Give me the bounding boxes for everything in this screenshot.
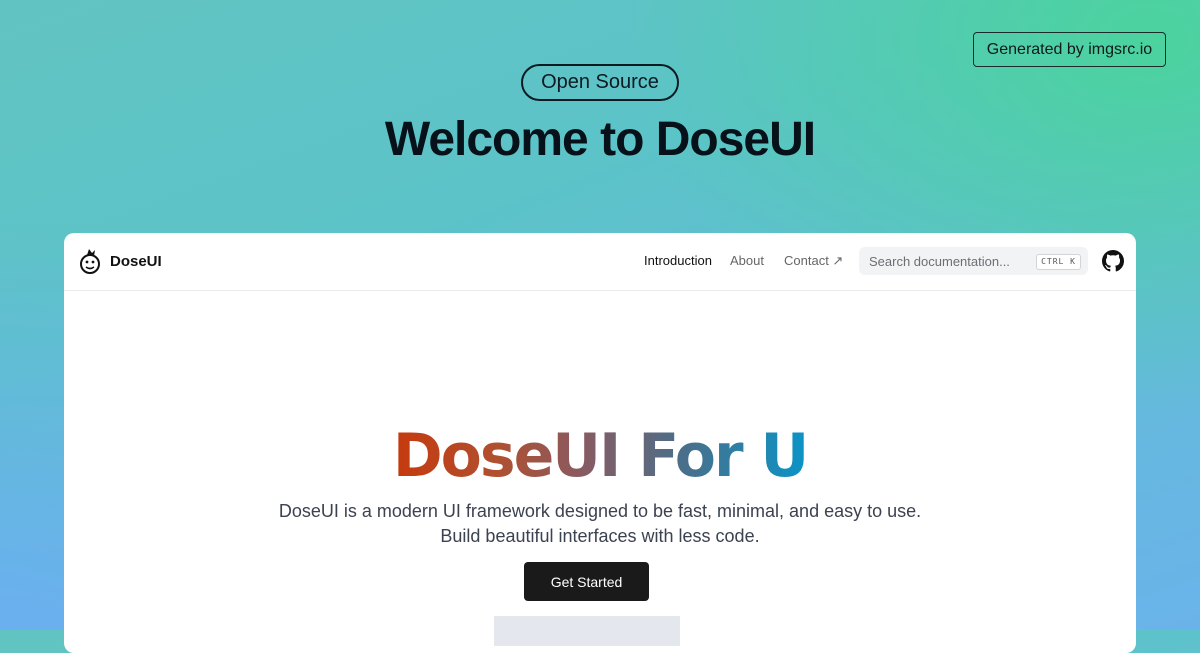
search-input[interactable]: [869, 247, 1039, 275]
app-preview-window: DoseUI Introduction About Contact ↗ CTRL…: [64, 233, 1136, 653]
nav-about[interactable]: About: [730, 253, 764, 268]
hero-title: DoseUI For U: [64, 421, 1136, 491]
nav-introduction[interactable]: Introduction: [644, 253, 712, 268]
generated-by-label: Generated by imgsrc.io: [973, 32, 1166, 67]
hero-title-text: DoseUI For U: [392, 421, 809, 491]
github-icon[interactable]: [1102, 250, 1124, 272]
brand-name[interactable]: DoseUI: [110, 253, 162, 270]
doseui-logo-icon[interactable]: [78, 247, 102, 275]
app-header: DoseUI Introduction About Contact ↗ CTRL…: [64, 233, 1136, 291]
secondary-button[interactable]: [494, 616, 680, 646]
hero-description: DoseUI is a modern UI framework designed…: [278, 501, 922, 546]
nav-contact[interactable]: Contact ↗: [784, 253, 843, 269]
open-source-badge: Open Source: [521, 64, 679, 101]
page-headline: Welcome to DoseUI: [384, 113, 816, 166]
get-started-button[interactable]: Get Started: [524, 562, 649, 601]
search-box[interactable]: CTRL K: [859, 247, 1088, 275]
search-shortcut-hint: CTRL K: [1036, 254, 1081, 270]
